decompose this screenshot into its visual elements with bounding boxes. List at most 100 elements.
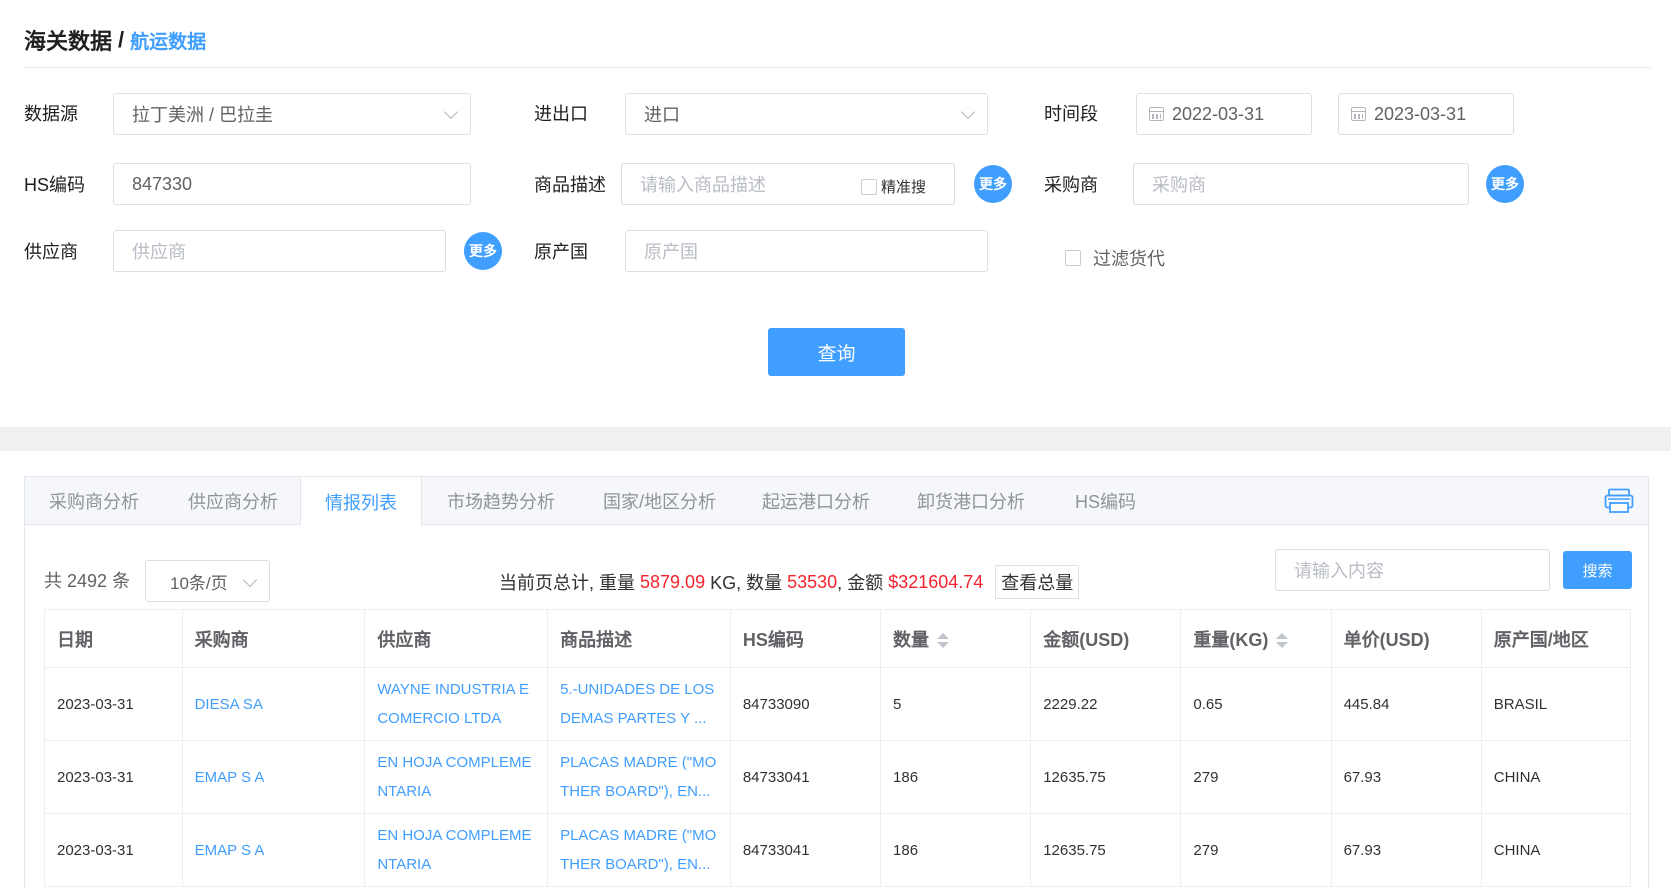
table-row: 2023-03-31 EMAP S A EN HOJA COMPLEMENTAR… xyxy=(44,813,1632,887)
tab-supplier-analysis[interactable]: 供应商分析 xyxy=(188,477,278,525)
tab-market-trend[interactable]: 市场趋势分析 xyxy=(447,477,555,525)
end-date-value: 2023-03-31 xyxy=(1374,103,1467,124)
buyer-more-button[interactable]: 更多 xyxy=(1486,165,1524,203)
supplier-more-button[interactable]: 更多 xyxy=(464,232,502,270)
cell-product-desc-link[interactable]: 5.-UNIDADES DE LOS DEMAS PARTES Y ... xyxy=(560,675,718,733)
search-button[interactable]: 搜索 xyxy=(1563,551,1632,589)
cell-unit-price: 67.93 xyxy=(1330,813,1482,887)
data-source-select[interactable]: 拉丁美洲 / 巴拉圭 xyxy=(113,93,471,135)
cell-supplier-link[interactable]: EN HOJA COMPLEMENTARIA xyxy=(377,821,535,879)
filter-forwarder-label: 过滤货代 xyxy=(1093,249,1165,269)
view-total-button[interactable]: 查看总量 xyxy=(995,565,1080,599)
tab-bar: 采购商分析 供应商分析 情报列表 市场趋势分析 国家/地区分析 起运港口分析 卸… xyxy=(25,477,1648,526)
cell-supplier-link[interactable]: EN HOJA COMPLEMENTARIA xyxy=(377,748,535,806)
cell-buyer-link[interactable]: DIESA SA xyxy=(181,667,366,741)
column-header: HS编码 xyxy=(729,609,882,668)
cell-origin: BRASIL xyxy=(1480,667,1632,741)
checkbox-icon xyxy=(860,178,877,195)
tab-hs-code[interactable]: HS编码 xyxy=(1075,477,1136,525)
calendar-icon xyxy=(1149,107,1164,121)
cell-weight: 0.65 xyxy=(1180,667,1332,741)
column-header: 采购商 xyxy=(181,609,366,668)
import-export-select[interactable]: 进口 xyxy=(625,93,988,135)
summary-quantity: 53530 xyxy=(787,571,838,592)
query-button[interactable]: 查询 xyxy=(768,328,905,376)
supplier-input[interactable]: 供应商 xyxy=(113,230,446,272)
cell-product-desc-link[interactable]: PLACAS MADRE ("MOTHER BOARD"), EN... xyxy=(560,748,718,806)
cell-weight: 279 xyxy=(1180,740,1332,814)
product-desc-placeholder: 请输入商品描述 xyxy=(640,175,766,195)
total-count: 共 2492 条 xyxy=(44,567,130,593)
origin-input[interactable]: 原产国 xyxy=(625,230,988,272)
hs-code-value: 847330 xyxy=(132,173,193,194)
cell-buyer-link[interactable]: EMAP S A xyxy=(181,740,366,814)
content-search-placeholder: 请输入内容 xyxy=(1294,561,1384,581)
column-header-weight[interactable]: 重量(KG) xyxy=(1180,609,1332,668)
buyer-input[interactable]: 采购商 xyxy=(1133,163,1469,205)
results-panel: 采购商分析 供应商分析 情报列表 市场趋势分析 国家/地区分析 起运港口分析 卸… xyxy=(24,476,1649,888)
page-summary: 当前页总计, 重量 5879.09 KG, 数量 53530, 金额 $3216… xyxy=(499,565,1080,599)
period-label: 时间段 xyxy=(1044,104,1098,124)
checkbox-icon xyxy=(1065,250,1081,266)
content-search-input[interactable]: 请输入内容 xyxy=(1275,549,1550,591)
precise-search-label: 精准搜 xyxy=(880,179,926,196)
page-size-value: 10条/页 xyxy=(170,573,228,593)
summary-prefix: 当前页总计, 重量 xyxy=(499,573,641,593)
sort-icon[interactable] xyxy=(1276,633,1289,649)
summary-weight-unit: KG, 数量 xyxy=(705,573,788,593)
cell-unit-price: 67.93 xyxy=(1330,740,1482,814)
data-source-value: 拉丁美洲 / 巴拉圭 xyxy=(132,105,274,125)
breadcrumb-root[interactable]: 海关数据 xyxy=(24,24,112,56)
cell-origin: CHINA xyxy=(1480,740,1632,814)
section-divider xyxy=(0,427,1671,451)
cell-buyer-link[interactable]: EMAP S A xyxy=(181,813,366,887)
end-date-picker[interactable]: 2023-03-31 xyxy=(1338,93,1514,135)
cell-weight: 279 xyxy=(1180,813,1332,887)
supplier-label: 供应商 xyxy=(24,242,78,262)
breadcrumb: 海关数据 / 航运数据 xyxy=(24,24,206,56)
precise-search-checkbox[interactable]: 精准搜 xyxy=(860,176,926,197)
print-icon[interactable] xyxy=(1604,488,1634,514)
cell-product-desc-link[interactable]: PLACAS MADRE ("MOTHER BOARD"), EN... xyxy=(560,821,718,879)
sort-icon[interactable] xyxy=(937,633,950,649)
column-header: 单价(USD) xyxy=(1330,609,1482,668)
column-header-quantity[interactable]: 数量 xyxy=(880,609,1032,668)
cell-quantity: 186 xyxy=(880,740,1032,814)
total-number: 2492 xyxy=(67,571,108,591)
column-header: 商品描述 xyxy=(547,609,731,668)
product-desc-label: 商品描述 xyxy=(534,175,606,195)
column-header-label: 重量(KG) xyxy=(1193,629,1269,650)
buyer-placeholder: 采购商 xyxy=(1152,175,1206,195)
import-export-value: 进口 xyxy=(644,105,680,125)
table-row: 2023-03-31 DIESA SA WAYNE INDUSTRIA E CO… xyxy=(44,667,1632,741)
tab-departure-port[interactable]: 起运港口分析 xyxy=(762,477,870,525)
product-desc-input[interactable]: 请输入商品描述 精准搜 xyxy=(621,163,955,205)
cell-date: 2023-03-31 xyxy=(44,813,183,887)
cell-amount: 12635.75 xyxy=(1030,813,1182,887)
breadcrumb-current: 航运数据 xyxy=(130,31,207,53)
page-size-select[interactable]: 10条/页 xyxy=(145,560,270,602)
tab-buyer-analysis[interactable]: 采购商分析 xyxy=(49,477,139,525)
column-header: 日期 xyxy=(44,609,183,668)
filter-forwarder-checkbox[interactable]: 过滤货代 xyxy=(1065,245,1165,271)
total-prefix: 共 xyxy=(44,571,62,591)
tab-country-analysis[interactable]: 国家/地区分析 xyxy=(603,477,716,525)
column-header: 供应商 xyxy=(364,609,549,668)
cell-hs-code: 84733041 xyxy=(729,813,882,887)
cell-hs-code: 84733090 xyxy=(729,667,882,741)
cell-supplier-link[interactable]: WAYNE INDUSTRIA E COMERCIO LTDA xyxy=(377,675,535,733)
cell-amount: 12635.75 xyxy=(1030,740,1182,814)
data-source-label: 数据源 xyxy=(24,104,78,124)
product-desc-more-button[interactable]: 更多 xyxy=(974,165,1012,203)
summary-weight: 5879.09 xyxy=(640,571,706,592)
tab-intelligence-list[interactable]: 情报列表 xyxy=(300,477,422,526)
tab-discharge-port[interactable]: 卸货港口分析 xyxy=(917,477,1025,525)
table-row: 2023-03-31 EMAP S A EN HOJA COMPLEMENTAR… xyxy=(44,740,1632,814)
hs-code-input[interactable]: 847330 xyxy=(113,163,471,205)
calendar-icon xyxy=(1351,107,1366,121)
chevron-down-icon xyxy=(443,104,459,120)
start-date-picker[interactable]: 2022-03-31 xyxy=(1136,93,1312,135)
summary-amount: $321604.74 xyxy=(888,571,984,592)
import-export-label: 进出口 xyxy=(534,104,588,124)
cell-hs-code: 84733041 xyxy=(729,740,882,814)
